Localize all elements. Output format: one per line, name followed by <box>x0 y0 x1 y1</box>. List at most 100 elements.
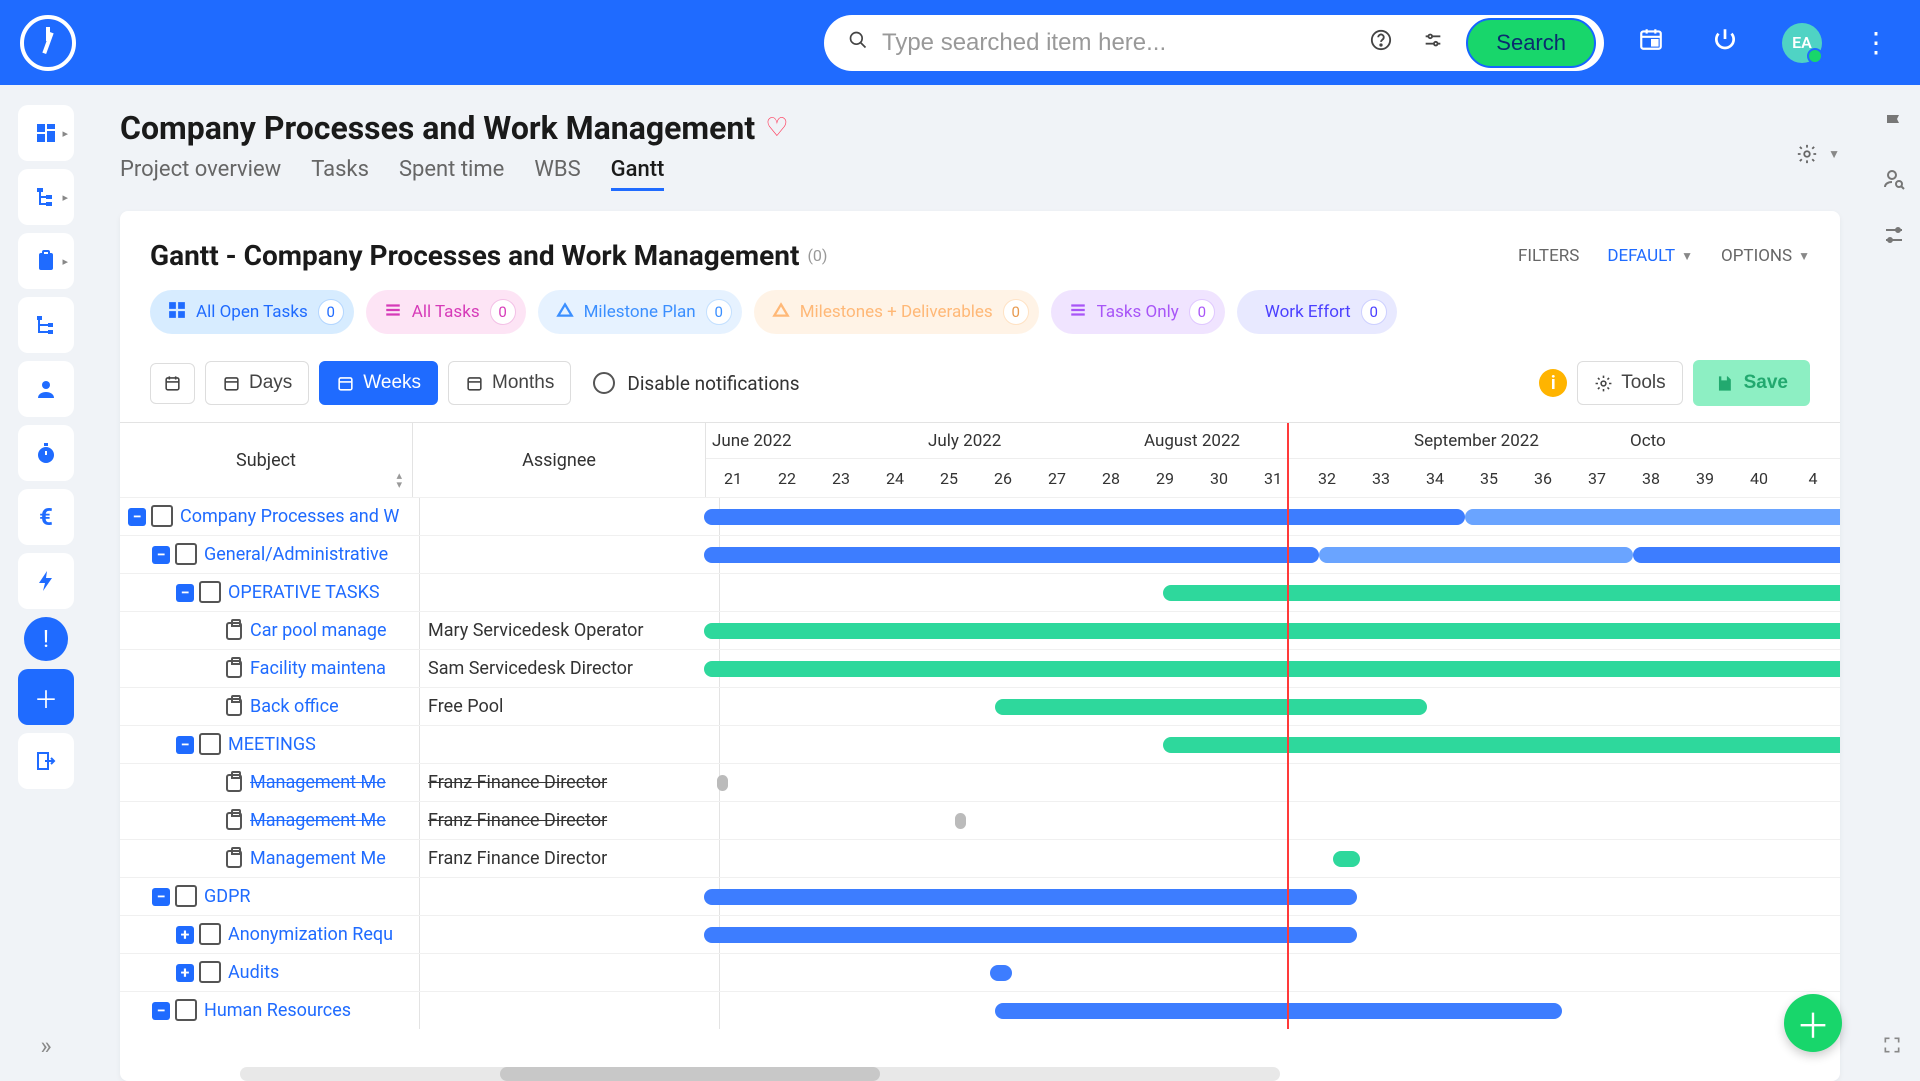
filter-sliders-icon[interactable] <box>1414 29 1452 57</box>
row-timeline[interactable] <box>720 802 1840 839</box>
row-subject[interactable]: OPERATIVE TASKS <box>228 582 380 603</box>
row-toggle[interactable]: − <box>176 736 194 754</box>
more-menu-icon[interactable]: ⋮ <box>1852 26 1900 59</box>
user-avatar[interactable]: EA <box>1782 23 1822 63</box>
filter-pill-all-open-tasks[interactable]: All Open Tasks0 <box>150 290 354 334</box>
gantt-bar[interactable] <box>1465 509 1840 525</box>
row-toggle[interactable]: − <box>152 1002 170 1020</box>
row-subject[interactable]: Anonymization Requ <box>228 924 393 945</box>
fullscreen-icon[interactable] <box>1882 1035 1902 1060</box>
app-logo-icon[interactable] <box>20 15 76 71</box>
gantt-bar[interactable] <box>995 699 1427 715</box>
row-timeline[interactable] <box>720 498 1840 535</box>
sidebar-dashboard-icon[interactable]: ▸ <box>18 105 74 161</box>
row-timeline[interactable] <box>720 916 1840 953</box>
row-subject[interactable]: GDPR <box>204 886 251 907</box>
tab-tasks[interactable]: Tasks <box>311 157 369 191</box>
gantt-bar[interactable] <box>1163 737 1840 753</box>
gantt-bar[interactable] <box>955 813 965 829</box>
row-subject[interactable]: Facility maintena <box>250 658 386 679</box>
gantt-bar[interactable] <box>704 889 1357 905</box>
row-subject[interactable]: Management Me <box>250 772 386 793</box>
save-button[interactable]: Save <box>1693 360 1810 406</box>
tab-wbs[interactable]: WBS <box>534 157 580 191</box>
row-timeline[interactable] <box>720 840 1840 877</box>
filter-pill-milestones-deliverables[interactable]: Milestones + Deliverables0 <box>754 290 1039 334</box>
sidebar-hierarchy-icon[interactable] <box>18 297 74 353</box>
gantt-bar[interactable] <box>1319 547 1632 563</box>
settings-sliders-icon[interactable] <box>1882 223 1906 253</box>
row-timeline[interactable] <box>720 726 1840 763</box>
search-button[interactable]: Search <box>1466 18 1596 68</box>
row-toggle[interactable]: + <box>176 926 194 944</box>
add-fab-button[interactable]: ＋ <box>1784 994 1842 1052</box>
filter-pill-all-tasks[interactable]: All Tasks0 <box>366 290 526 334</box>
row-subject[interactable]: Car pool manage <box>250 620 387 641</box>
gantt-bar[interactable] <box>704 927 1357 943</box>
gantt-bar[interactable] <box>995 1003 1562 1019</box>
power-icon[interactable] <box>1698 26 1752 59</box>
sidebar-expand-icon[interactable]: » <box>40 1032 51 1060</box>
options-dropdown[interactable]: OPTIONS▼ <box>1721 246 1810 266</box>
row-timeline[interactable] <box>720 992 1840 1029</box>
row-timeline[interactable] <box>720 612 1840 649</box>
filter-pill-work-effort[interactable]: Work Effort0 <box>1237 290 1397 334</box>
horizontal-scrollbar[interactable] <box>240 1067 1280 1081</box>
row-timeline[interactable] <box>720 688 1840 725</box>
search-input[interactable] <box>882 29 1348 57</box>
gantt-bar[interactable] <box>1633 547 1840 563</box>
gantt-bar[interactable] <box>704 547 1320 563</box>
sidebar-tree-icon[interactable]: ▸ <box>18 169 74 225</box>
gantt-bar[interactable] <box>717 775 728 791</box>
row-timeline[interactable] <box>720 574 1840 611</box>
tab-project-overview[interactable]: Project overview <box>120 157 281 191</box>
gantt-bar[interactable] <box>704 623 1840 639</box>
column-subject-header[interactable]: Subject ▴▾ <box>120 423 413 497</box>
row-timeline[interactable] <box>720 954 1840 991</box>
calendar-icon[interactable] <box>1624 26 1678 59</box>
filters-dropdown[interactable]: DEFAULT▼ <box>1607 246 1693 266</box>
tools-button[interactable]: Tools <box>1577 361 1682 405</box>
row-timeline[interactable] <box>720 650 1840 687</box>
sidebar-bolt-icon[interactable] <box>18 553 74 609</box>
row-toggle[interactable]: − <box>152 888 170 906</box>
gantt-bar[interactable] <box>1333 851 1360 867</box>
row-subject[interactable]: Back office <box>250 696 339 717</box>
info-badge-icon[interactable]: i <box>1539 369 1567 397</box>
sidebar-logout-icon[interactable] <box>18 733 74 789</box>
sort-icon[interactable]: ▴▾ <box>396 471 402 489</box>
page-settings-button[interactable]: ▼ <box>1796 109 1840 165</box>
sidebar-person-icon[interactable] <box>18 361 74 417</box>
tab-gantt[interactable]: Gantt <box>611 157 665 191</box>
gantt-bar[interactable] <box>990 965 1012 981</box>
gantt-bar[interactable] <box>1163 585 1840 601</box>
row-timeline[interactable] <box>720 878 1840 915</box>
row-toggle[interactable]: − <box>176 584 194 602</box>
sidebar-euro-icon[interactable]: € <box>18 489 74 545</box>
sidebar-clipboard-icon[interactable]: ▸ <box>18 233 74 289</box>
row-subject[interactable]: Management Me <box>250 848 386 869</box>
favorite-heart-icon[interactable]: ♡ <box>765 113 788 143</box>
disable-notifications-toggle[interactable]: Disable notifications <box>593 372 799 395</box>
zoom-days-button[interactable]: Days <box>205 361 309 405</box>
row-toggle[interactable]: − <box>128 508 146 526</box>
filter-pill-milestone-plan[interactable]: Milestone Plan0 <box>538 290 742 334</box>
row-subject[interactable]: Audits <box>228 962 279 983</box>
row-toggle[interactable]: + <box>176 964 194 982</box>
sidebar-alert-icon[interactable]: ! <box>24 617 68 661</box>
row-timeline[interactable] <box>720 536 1840 573</box>
filter-pill-tasks-only[interactable]: Tasks Only0 <box>1051 290 1225 334</box>
flag-icon[interactable] <box>1882 111 1906 141</box>
date-picker-button[interactable] <box>150 363 195 404</box>
tab-spent-time[interactable]: Spent time <box>399 157 504 191</box>
row-subject[interactable]: General/Administrative <box>204 544 388 565</box>
row-toggle[interactable]: − <box>152 546 170 564</box>
zoom-weeks-button[interactable]: Weeks <box>319 361 438 405</box>
gantt-bar[interactable] <box>704 661 1840 677</box>
gantt-bar[interactable] <box>704 509 1465 525</box>
row-timeline[interactable] <box>720 764 1840 801</box>
help-icon[interactable] <box>1362 29 1400 57</box>
person-search-icon[interactable] <box>1882 167 1906 197</box>
zoom-months-button[interactable]: Months <box>448 361 571 405</box>
sidebar-add-icon[interactable]: ＋ <box>18 669 74 725</box>
